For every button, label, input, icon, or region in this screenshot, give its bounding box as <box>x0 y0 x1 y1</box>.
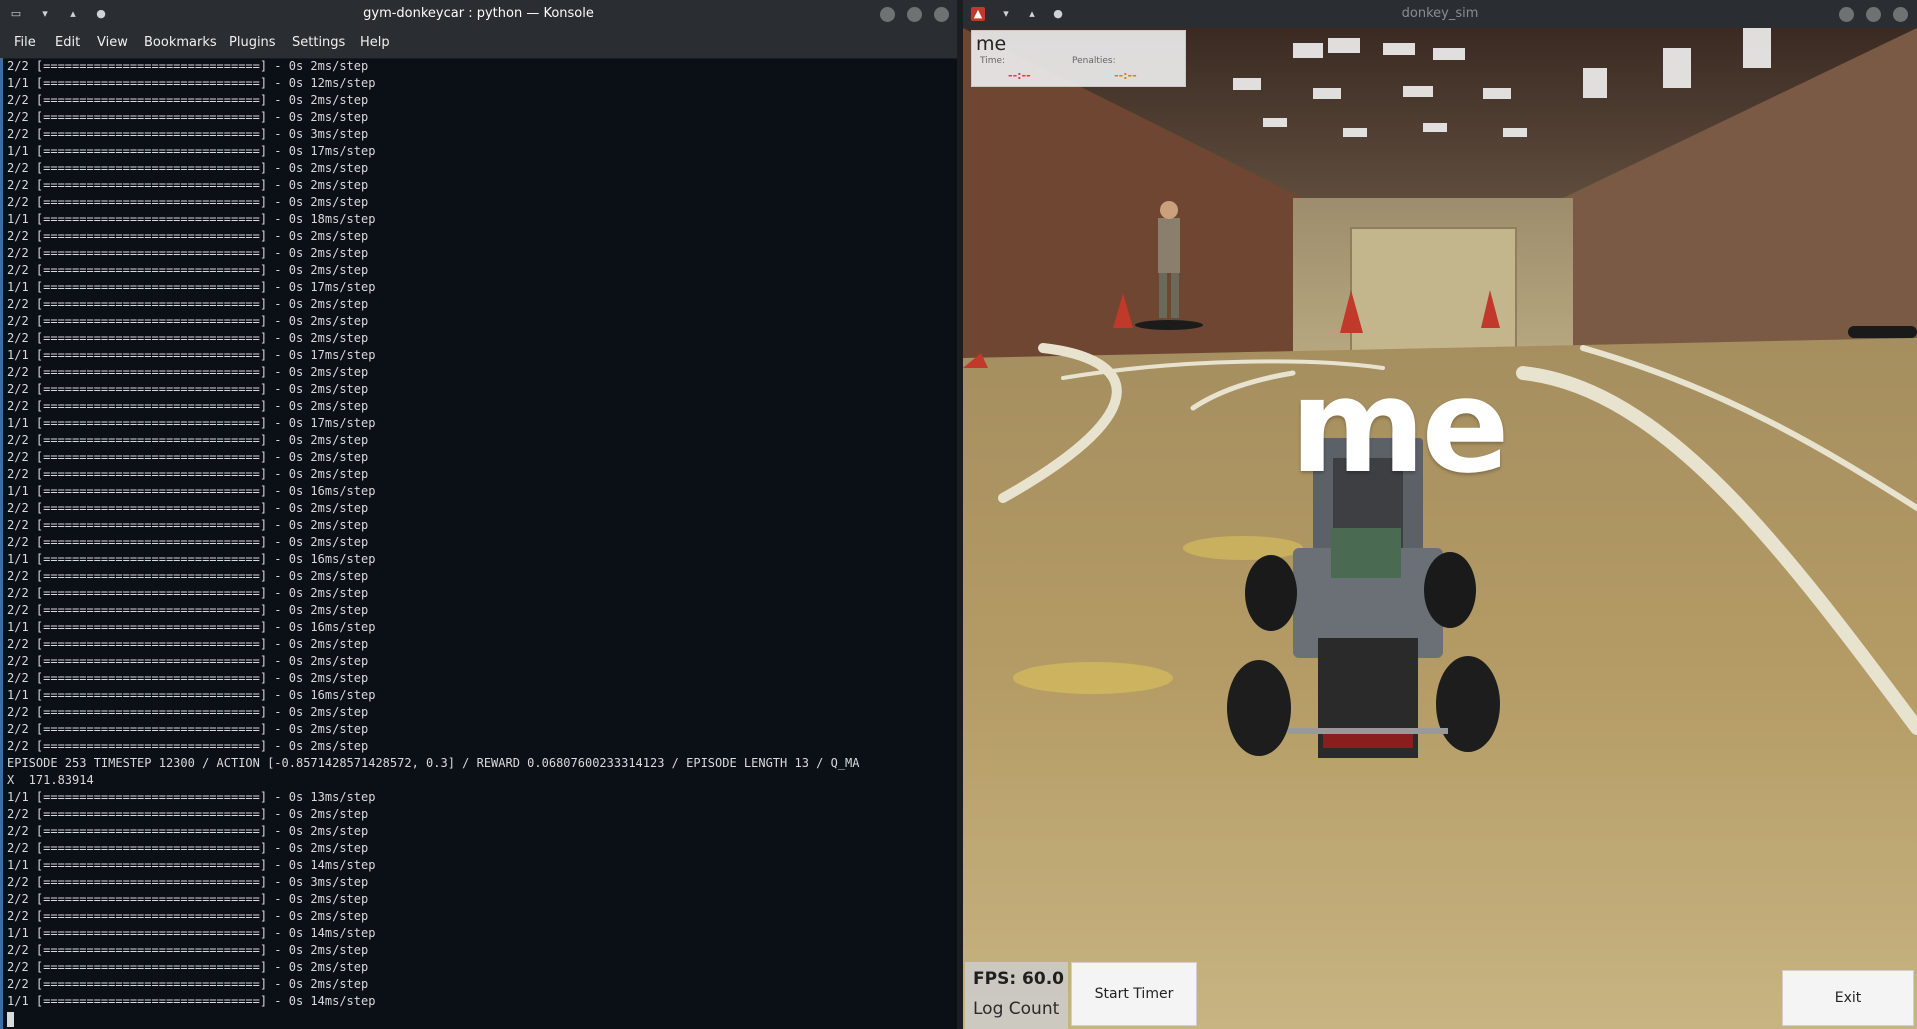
start-timer-button[interactable]: Start Timer <box>1071 962 1197 1026</box>
menu-edit[interactable]: Edit <box>55 35 80 50</box>
fps-readout: FPS: 60.0 <box>973 969 1064 989</box>
exit-button[interactable]: Exit <box>1782 970 1914 1026</box>
terminal-line: 2/2 [==============================] - 0… <box>7 909 369 923</box>
terminal-line: 2/2 [==============================] - 0… <box>7 705 369 719</box>
terminal-line: 2/2 [==============================] - 0… <box>7 127 369 141</box>
terminal-line: 1/1 [==============================] - 0… <box>7 416 376 430</box>
terminal-line: 2/2 [==============================] - 0… <box>7 960 369 974</box>
terminal-line: 2/2 [==============================] - 0… <box>7 161 369 175</box>
terminal-line: 2/2 [==============================] - 0… <box>7 93 369 107</box>
terminal-line: 2/2 [==============================] - 0… <box>7 314 369 328</box>
minimize-button[interactable] <box>880 7 895 22</box>
terminal-line: 2/2 [==============================] - 0… <box>7 535 369 549</box>
time-label: Time: <box>980 56 1006 66</box>
maximize-button[interactable] <box>1866 7 1881 22</box>
race-hud: me Time: Penalties: --:-- --:-- <box>971 30 1186 87</box>
close-button[interactable] <box>1893 7 1908 22</box>
terminal-line: 2/2 [==============================] - 0… <box>7 501 369 515</box>
maximize-button[interactable] <box>907 7 922 22</box>
barrier-right <box>1848 326 1917 338</box>
terminal-line: 1/1 [==============================] - 0… <box>7 76 376 90</box>
terminal-line: 2/2 [==============================] - 0… <box>7 824 369 838</box>
terminal-line: 2/2 [==============================] - 0… <box>7 59 369 73</box>
terminal-line: 1/1 [==============================] - 0… <box>7 620 376 634</box>
time-value: --:-- <box>1008 69 1031 82</box>
hangar-door <box>1350 227 1517 359</box>
terminal-line: 2/2 [==============================] - 0… <box>7 331 369 345</box>
terminal-line: 2/2 [==============================] - 0… <box>7 399 369 413</box>
terminal-line: 2/2 [==============================] - 0… <box>7 722 369 736</box>
terminal-line: 2/2 [==============================] - 0… <box>7 365 369 379</box>
3d-scene <box>963 28 1917 1029</box>
menu-help[interactable]: Help <box>360 35 390 50</box>
terminal-line: 1/1 [==============================] - 0… <box>7 280 376 294</box>
terminal-output[interactable]: 2/2 [==============================] - 0… <box>7 58 957 1029</box>
terminal-line: 2/2 [==============================] - 0… <box>7 195 369 209</box>
terminal-line: 2/2 [==============================] - 0… <box>7 467 369 481</box>
menu-plugins[interactable]: Plugins <box>229 35 276 50</box>
terminal-cursor <box>7 1012 14 1027</box>
sim-titlebar[interactable]: ▲ ▾ ▴ ● donkey_sim <box>963 0 1917 28</box>
terminal-line: 1/1 [==============================] - 0… <box>7 790 376 804</box>
terminal-line: 2/2 [==============================] - 0… <box>7 739 369 753</box>
terminal-line: 2/2 [==============================] - 0… <box>7 263 369 277</box>
terminal-line: X 171.83914 <box>7 773 94 787</box>
konsole-window: ▭ ▾ ▴ ● gym-donkeycar : python — Konsole… <box>0 0 957 1029</box>
menu-settings[interactable]: Settings <box>292 35 345 50</box>
terminal-line: 2/2 [==============================] - 0… <box>7 671 369 685</box>
terminal-line: 2/2 [==============================] - 0… <box>7 637 369 651</box>
log-count-label: Log Count <box>973 999 1060 1019</box>
terminal-line: 2/2 [==============================] - 0… <box>7 229 369 243</box>
terminal-line: 1/1 [==============================] - 0… <box>7 926 376 940</box>
terminal-line: 2/2 [==============================] - 0… <box>7 654 369 668</box>
terminal-line: 2/2 [==============================] - 0… <box>7 297 369 311</box>
minimize-button[interactable] <box>1839 7 1854 22</box>
car-name-label: me <box>1290 350 1510 502</box>
terminal-line: 1/1 [==============================] - 0… <box>7 212 376 226</box>
terminal-line: 2/2 [==============================] - 0… <box>7 450 369 464</box>
window-title: donkey_sim <box>1401 6 1479 21</box>
terminal-line: 1/1 [==============================] - 0… <box>7 484 376 498</box>
fps-panel: FPS: 60.0 Log Count <box>965 962 1068 1029</box>
scroll-indicator <box>0 58 3 1029</box>
penalties-label: Penalties: <box>1072 56 1116 66</box>
terminal-line: 2/2 [==============================] - 0… <box>7 977 369 991</box>
terminal-line: 1/1 [==============================] - 0… <box>7 348 376 362</box>
terminal-line: 2/2 [==============================] - 0… <box>7 603 369 617</box>
window-title: gym-donkeycar : python — Konsole <box>363 6 594 21</box>
terminal-line: 2/2 [==============================] - 0… <box>7 518 369 532</box>
simulator-window: ▲ ▾ ▴ ● donkey_sim me me Time: Penalties… <box>963 0 1917 1029</box>
terminal-line: 2/2 [==============================] - 0… <box>7 382 369 396</box>
terminal-line: 2/2 [==============================] - 0… <box>7 841 369 855</box>
terminal-line: 2/2 [==============================] - 0… <box>7 586 369 600</box>
terminal-line: 2/2 [==============================] - 0… <box>7 178 369 192</box>
close-button[interactable] <box>934 7 949 22</box>
terminal-line: 1/1 [==============================] - 0… <box>7 688 376 702</box>
terminal-line: 2/2 [==============================] - 0… <box>7 943 369 957</box>
menubar: File Edit View Bookmarks Plugins Setting… <box>0 28 957 59</box>
terminal-line: 2/2 [==============================] - 0… <box>7 875 369 889</box>
terminal-line: 2/2 [==============================] - 0… <box>7 807 369 821</box>
terminal-line: 1/1 [==============================] - 0… <box>7 552 376 566</box>
menu-file[interactable]: File <box>14 35 36 50</box>
terminal-line: 2/2 [==============================] - 0… <box>7 246 369 260</box>
menu-bookmarks[interactable]: Bookmarks <box>144 35 217 50</box>
terminal-line: 2/2 [==============================] - 0… <box>7 569 369 583</box>
terminal-line: 2/2 [==============================] - 0… <box>7 433 369 447</box>
terminal-line: 1/1 [==============================] - 0… <box>7 858 376 872</box>
terminal-line: 1/1 [==============================] - 0… <box>7 994 376 1008</box>
penalties-value: --:-- <box>1114 69 1137 82</box>
terminal-line: 1/1 [==============================] - 0… <box>7 144 376 158</box>
menu-view[interactable]: View <box>97 35 128 50</box>
terminal-line: 2/2 [==============================] - 0… <box>7 892 369 906</box>
terminal-line: EPISODE 253 TIMESTEP 12300 / ACTION [-0.… <box>7 756 860 770</box>
konsole-titlebar[interactable]: ▭ ▾ ▴ ● gym-donkeycar : python — Konsole <box>0 0 957 28</box>
terminal-line: 2/2 [==============================] - 0… <box>7 110 369 124</box>
racer-name: me <box>976 33 1007 55</box>
